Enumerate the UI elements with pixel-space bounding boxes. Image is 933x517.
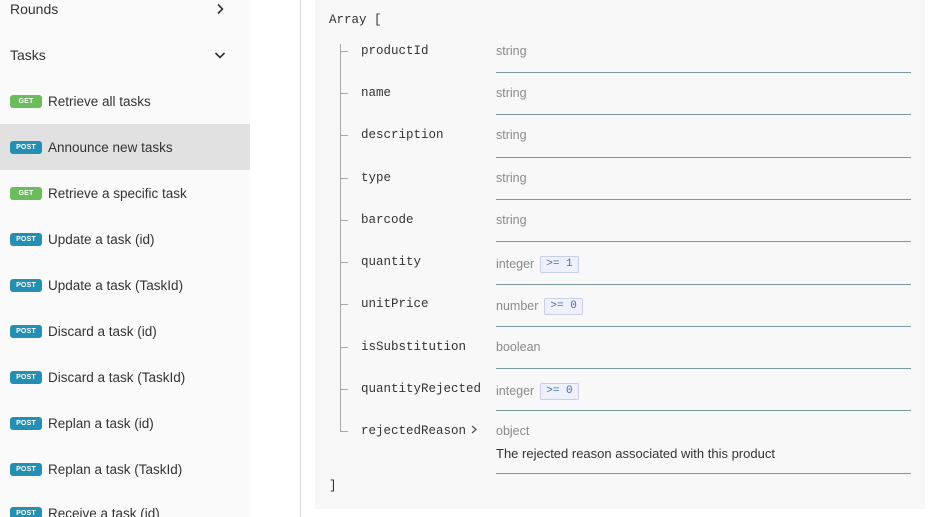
array-open-bracket: Array [: [329, 13, 382, 27]
field-type: string: [496, 213, 527, 227]
sidebar-item-retrieve-specific-task[interactable]: GET Retrieve a specific task: [0, 170, 250, 216]
array-close-bracket: ]: [329, 479, 337, 493]
field-type: number >= 0: [496, 298, 583, 315]
tree-tick: [340, 93, 348, 94]
sidebar-item-label: Update a task (id): [48, 231, 155, 247]
schema-field-barcode: barcode string: [340, 214, 912, 262]
sidebar-item-label: Replan a task (id): [48, 415, 154, 431]
field-divider: [496, 72, 911, 73]
field-constraint: >= 0: [540, 383, 579, 400]
tree-tick: [340, 178, 348, 179]
method-badge: POST: [10, 140, 42, 154]
sidebar-section-tasks[interactable]: Tasks: [0, 37, 250, 73]
sidebar-section-label: Tasks: [10, 47, 46, 63]
sidebar-item-label: Replan a task (TaskId): [48, 461, 183, 477]
method-badge: POST: [10, 462, 42, 476]
field-name: description: [361, 128, 444, 142]
sidebar-item-label: Announce new tasks: [48, 139, 173, 155]
field-type: string: [496, 86, 527, 100]
schema-field-rejectedReason[interactable]: rejectedReason object The rejected reaso…: [340, 425, 912, 475]
tree-tick: [340, 304, 348, 305]
field-divider: [496, 157, 911, 158]
field-description: The rejected reason associated with this…: [496, 446, 775, 461]
method-badge: GET: [10, 186, 42, 200]
field-type: boolean: [496, 340, 541, 354]
field-type: integer >= 1: [496, 256, 579, 273]
field-type: integer >= 0: [496, 383, 579, 400]
tree-tick: [340, 51, 348, 52]
field-divider: [496, 114, 911, 115]
schema-field-type: type string: [340, 172, 912, 220]
method-badge: POST: [10, 370, 42, 384]
method-badge: GET: [10, 94, 42, 108]
field-divider: [496, 410, 911, 411]
sidebar-item-receive-task-id[interactable]: POST Receive a task (id): [0, 490, 250, 517]
tree-tick: [340, 262, 348, 263]
tree-tick: [340, 431, 348, 432]
method-badge: POST: [10, 278, 42, 292]
field-constraint: >= 0: [544, 298, 583, 315]
sidebar-item-label: Discard a task (id): [48, 323, 157, 339]
tree-tick: [340, 135, 348, 136]
tree-tick: [340, 220, 348, 221]
field-type: string: [496, 171, 527, 185]
field-name: unitPrice: [361, 297, 429, 311]
field-name: isSubstitution: [361, 340, 467, 354]
schema-field-productId: productId string: [340, 45, 912, 93]
field-divider: [496, 284, 911, 285]
sidebar-item-discard-task-taskid[interactable]: POST Discard a task (TaskId): [0, 354, 250, 400]
field-name: type: [361, 171, 392, 185]
content-divider: [300, 0, 301, 517]
sidebar: Rounds Tasks GET Retrieve all tasks POST…: [0, 0, 250, 517]
field-name: barcode: [361, 213, 414, 227]
field-divider: [496, 368, 911, 369]
field-name: name: [361, 86, 392, 100]
sidebar-item-discard-task-id[interactable]: POST Discard a task (id): [0, 308, 250, 354]
method-badge: POST: [10, 416, 42, 430]
sidebar-item-announce-new-tasks[interactable]: POST Announce new tasks: [0, 124, 250, 170]
chevron-right-icon[interactable]: [470, 425, 478, 438]
sidebar-item-label: Discard a task (TaskId): [48, 369, 186, 385]
method-badge: POST: [10, 232, 42, 246]
field-divider: [496, 326, 911, 327]
chevron-right-icon: [212, 1, 228, 17]
tree-tick: [340, 389, 348, 390]
tree-tick: [340, 347, 348, 348]
method-badge: POST: [10, 324, 42, 338]
schema-field-description: description string: [340, 129, 912, 177]
method-badge: POST: [10, 506, 42, 517]
field-type: string: [496, 44, 527, 58]
sidebar-item-label: Receive a task (id): [48, 505, 160, 517]
sidebar-item-label: Update a task (TaskId): [48, 277, 184, 293]
sidebar-item-replan-task-id[interactable]: POST Replan a task (id): [0, 400, 250, 446]
sidebar-item-retrieve-all-tasks[interactable]: GET Retrieve all tasks: [0, 78, 250, 124]
sidebar-section-rounds[interactable]: Rounds: [0, 0, 250, 27]
field-constraint: >= 1: [540, 256, 579, 273]
sidebar-item-label: Retrieve a specific task: [48, 185, 187, 201]
sidebar-item-update-task-id[interactable]: POST Update a task (id): [0, 216, 250, 262]
field-type: object: [496, 424, 530, 438]
field-divider: [496, 473, 911, 474]
field-divider: [496, 199, 911, 200]
field-divider: [496, 241, 911, 242]
chevron-down-icon: [212, 47, 228, 63]
sidebar-item-label: Retrieve all tasks: [48, 93, 151, 109]
sidebar-item-update-task-taskid[interactable]: POST Update a task (TaskId): [0, 262, 250, 308]
field-name: quantityRejected: [361, 382, 482, 396]
sidebar-item-replan-task-taskid[interactable]: POST Replan a task (TaskId): [0, 446, 250, 492]
field-name: productId: [361, 44, 429, 58]
field-type: string: [496, 128, 527, 142]
sidebar-section-label: Rounds: [10, 1, 59, 17]
field-name[interactable]: rejectedReason: [361, 425, 478, 438]
field-name: quantity: [361, 255, 422, 269]
